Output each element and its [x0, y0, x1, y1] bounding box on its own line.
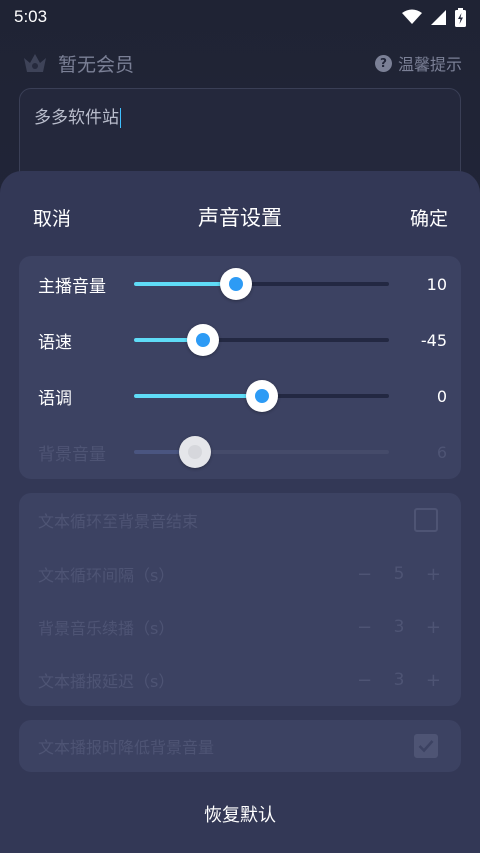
slider-thumb[interactable] — [179, 436, 211, 468]
loop-interval-stepper: − 5 + — [357, 564, 441, 585]
bg-music-continue-label: 背景音乐续播（s） — [38, 619, 175, 638]
loop-interval-label: 文本循环间隔（s） — [38, 566, 175, 585]
minus-button[interactable]: − — [357, 617, 372, 638]
bg-volume-row: 背景音量 6 — [19, 432, 461, 472]
loop-to-end-row[interactable]: 文本循环至背景音结束 — [19, 500, 461, 540]
loop-settings-card: 文本循环至背景音结束 文本循环间隔（s） − 5 + 背景音乐续播（s） − 3… — [19, 493, 461, 706]
plus-button[interactable]: + — [426, 617, 441, 638]
loop-interval-row: 文本循环间隔（s） − 5 + — [19, 554, 461, 594]
speech-rate-row: 语速 -45 — [19, 320, 461, 360]
help-icon: ? — [374, 54, 392, 72]
status-bar: 5:03 — [0, 0, 480, 34]
slider-thumb[interactable] — [187, 324, 219, 356]
slider-thumb[interactable] — [246, 380, 278, 412]
loop-interval-value: 5 — [393, 564, 405, 584]
minus-button[interactable]: − — [357, 670, 372, 691]
broadcast-delay-stepper: − 3 + — [357, 670, 441, 691]
bg-music-continue-row: 背景音乐续播（s） − 3 + — [19, 607, 461, 647]
slider-fill — [134, 394, 262, 398]
check-icon — [418, 740, 434, 753]
broadcast-delay-row: 文本播报延迟（s） − 3 + — [19, 660, 461, 700]
lower-bg-row[interactable]: 文本播报时降低背景音量 — [19, 726, 461, 766]
bg-music-continue-stepper: − 3 + — [357, 617, 441, 638]
bg-music-continue-value: 3 — [393, 617, 405, 637]
anchor-volume-slider[interactable] — [134, 264, 389, 304]
speech-rate-slider[interactable] — [134, 320, 389, 360]
text-caret — [120, 108, 121, 128]
confirm-button[interactable]: 确定 — [410, 204, 448, 231]
broadcast-delay-value: 3 — [393, 670, 405, 690]
lower-bg-checkbox[interactable] — [414, 734, 438, 758]
vip-status-label: 暂无会员 — [58, 53, 135, 76]
anchor-volume-value: 10 — [426, 274, 447, 294]
status-time: 5:03 — [14, 7, 48, 26]
vip-row: 暂无会员 ? 温馨提示 — [22, 48, 462, 78]
sound-settings-sheet: 取消 声音设置 确定 主播音量 10 语速 -45 语调 0 背景音量 6 文本… — [0, 171, 480, 853]
lower-bg-card: 文本播报时降低背景音量 — [19, 720, 461, 772]
pitch-value: 0 — [436, 386, 447, 406]
pitch-row: 语调 0 — [19, 376, 461, 416]
loop-to-end-checkbox[interactable] — [414, 508, 438, 532]
speech-rate-value: -45 — [420, 330, 447, 350]
text-content: 多多软件站 — [34, 108, 119, 128]
tip-link[interactable]: ? 温馨提示 — [374, 51, 462, 75]
speech-rate-label: 语速 — [38, 332, 72, 353]
status-icons — [402, 7, 466, 27]
wifi-icon — [402, 9, 422, 24]
tip-label: 温馨提示 — [397, 55, 462, 74]
slider-card: 主播音量 10 语速 -45 语调 0 背景音量 6 — [19, 256, 461, 479]
lower-bg-label: 文本播报时降低背景音量 — [38, 738, 215, 757]
pitch-label: 语调 — [38, 388, 72, 409]
broadcast-delay-label: 文本播报延迟（s） — [38, 672, 175, 691]
bg-volume-label: 背景音量 — [38, 444, 106, 465]
slider-row-anchor-volume-row: 主播音量 10 — [19, 264, 461, 304]
battery-icon — [455, 7, 466, 27]
bg-volume-slider[interactable] — [134, 432, 389, 472]
crown-icon — [24, 54, 46, 72]
bg-volume-value: 6 — [436, 442, 447, 462]
signal-icon — [431, 9, 446, 25]
slider-thumb[interactable] — [220, 268, 252, 300]
anchor-volume-label: 主播音量 — [38, 276, 106, 297]
minus-button[interactable]: − — [357, 564, 372, 585]
cancel-button[interactable]: 取消 — [33, 204, 71, 231]
plus-button[interactable]: + — [426, 670, 441, 691]
pitch-slider[interactable] — [134, 376, 389, 416]
sheet-header: 取消 声音设置 确定 — [0, 199, 480, 235]
loop-to-end-label: 文本循环至背景音结束 — [38, 512, 199, 531]
plus-button[interactable]: + — [426, 564, 441, 585]
restore-defaults-button[interactable]: 恢复默认 — [0, 801, 480, 827]
sheet-title: 声音设置 — [198, 206, 282, 230]
